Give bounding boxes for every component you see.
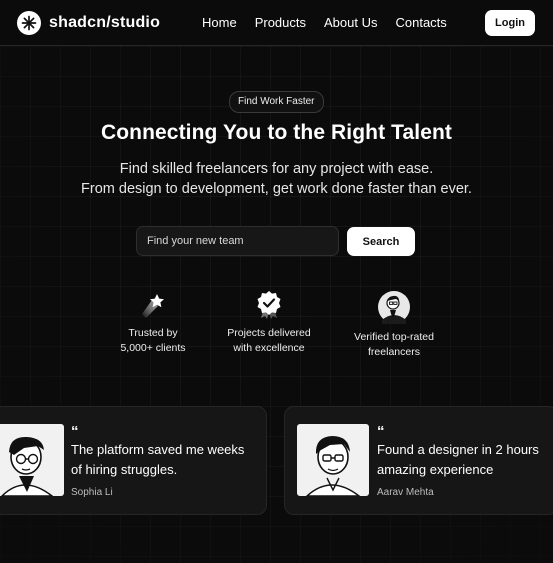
- testimonial-quote: Found a designer in 2 hours amazing expe…: [377, 442, 539, 477]
- quote-mark: “: [71, 423, 79, 440]
- search-input[interactable]: [136, 226, 339, 256]
- hero-subtitle: Find skilled freelancers for any project…: [0, 159, 553, 199]
- testimonial-author: Aarav Mehta: [377, 487, 434, 498]
- testimonial-card: “ The platform saved me weeks of hiring …: [0, 406, 267, 515]
- feature-projects-line-1: Projects delivered: [227, 327, 311, 339]
- nav-link-about-us[interactable]: About Us: [324, 15, 377, 30]
- nav-link-products[interactable]: Products: [255, 15, 306, 30]
- hero-badge: Find Work Faster: [229, 91, 324, 113]
- avatar: [297, 424, 369, 496]
- feature-projects: Projects delivered with excellence: [209, 290, 329, 356]
- hero-subtitle-line-1: Find skilled freelancers for any project…: [119, 161, 434, 177]
- testimonial-card: “ Found a designer in 2 hours amazing ex…: [284, 406, 553, 515]
- feature-verified-line-1: Verified top-rated: [354, 331, 434, 343]
- brand[interactable]: shadcn/studio: [17, 11, 160, 35]
- feature-trusted-line-1: Trusted by: [128, 327, 178, 339]
- nav-link-contacts[interactable]: Contacts: [395, 15, 446, 30]
- verified-freelancer-icon: [378, 291, 410, 324]
- feature-projects-line-2: with excellence: [233, 342, 305, 354]
- quote-mark: “: [377, 423, 385, 440]
- shooting-star-icon: [142, 294, 164, 318]
- hero-subtitle-line-2: From design to development, get work don…: [81, 181, 472, 197]
- nav-link-home[interactable]: Home: [202, 15, 237, 30]
- award-badge-icon: [257, 291, 281, 319]
- navbar: shadcn/studio Home Products About Us Con…: [0, 0, 553, 46]
- person-avatar-icon: [305, 436, 361, 496]
- login-button[interactable]: Login: [485, 10, 535, 36]
- testimonial-quote: The platform saved me weeks of hiring st…: [71, 442, 245, 477]
- person-avatar-icon: [0, 436, 54, 496]
- logo-icon: [17, 11, 41, 35]
- feature-verified-line-2: freelancers: [368, 346, 420, 358]
- feature-trusted-line-2: 5,000+ clients: [120, 342, 186, 354]
- feature-trusted: Trusted by 5,000+ clients: [93, 290, 213, 356]
- testimonial-author: Sophia Li: [71, 487, 113, 498]
- nav-links: Home Products About Us Contacts: [202, 15, 447, 30]
- avatar: [0, 424, 64, 496]
- hero-title: Connecting You to the Right Talent: [100, 121, 453, 144]
- brand-name: shadcn/studio: [49, 14, 161, 31]
- search-button[interactable]: Search: [347, 227, 415, 256]
- feature-verified: Verified top-rated freelancers: [334, 290, 454, 360]
